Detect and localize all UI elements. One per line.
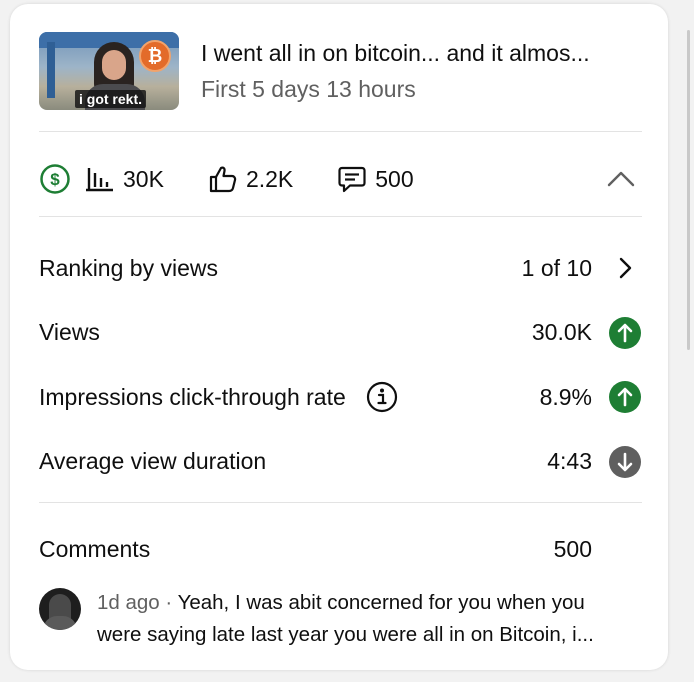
avatar-figure — [43, 616, 77, 630]
avatar — [39, 588, 81, 630]
thumbs-up-icon — [208, 164, 238, 194]
divider — [39, 216, 642, 217]
comment-text: 1d ago · Yeah, I was abit concerned for … — [97, 587, 594, 651]
video-thumbnail[interactable]: ₿ i got rekt. — [39, 32, 179, 110]
video-period: First 5 days 13 hours — [201, 76, 416, 102]
thumbnail-caption: i got rekt. — [75, 90, 147, 108]
comments-header[interactable]: Comments 500 — [39, 536, 642, 563]
metric-ctr: Impressions click-through rate 8.9% — [39, 365, 642, 430]
comments-value: 500 — [375, 165, 414, 192]
comments-count: 500 — [553, 536, 592, 562]
comment-age: 1d ago — [97, 591, 160, 614]
svg-text:$: $ — [50, 170, 60, 189]
latest-comment[interactable]: 1d ago · Yeah, I was abit concerned for … — [39, 587, 642, 651]
stats-row: $ 30K 2.2K 500 — [39, 156, 642, 202]
video-analytics-card: ₿ i got rekt. I went all in on bitcoin..… — [10, 4, 668, 670]
metric-value: 8.9% — [539, 383, 592, 410]
thumbnail-person — [102, 50, 126, 80]
likes-stat: 2.2K — [208, 164, 293, 194]
metric-value: 4:43 — [547, 448, 592, 475]
metric-value: 30.0K — [531, 319, 592, 346]
bar-chart-icon — [85, 165, 115, 193]
chevron-up-icon[interactable] — [606, 169, 636, 189]
comment-line: 1d ago · Yeah, I was abit concerned for … — [97, 587, 594, 619]
comments-heading: Comments — [39, 536, 151, 562]
info-icon[interactable] — [366, 381, 398, 413]
metrics-list: Ranking by views 1 of 10 Views 30.0K Imp… — [39, 240, 642, 494]
video-title[interactable]: I went all in on bitcoin... and it almos… — [201, 38, 642, 68]
chevron-right-icon[interactable] — [608, 251, 642, 285]
metric-label-wrap: Impressions click-through rate — [39, 381, 398, 413]
metric-ranking[interactable]: Ranking by views 1 of 10 — [39, 236, 642, 301]
divider — [39, 502, 642, 503]
arrow-up-icon — [608, 380, 642, 414]
divider — [39, 131, 642, 132]
comment-body-line2: were saying late last year you were all … — [97, 623, 594, 646]
comments-stat: 500 — [337, 164, 414, 194]
video-header[interactable]: ₿ i got rekt. I went all in on bitcoin..… — [39, 32, 642, 114]
metric-label: Ranking by views — [39, 254, 218, 281]
metric-label: Impressions click-through rate — [39, 383, 346, 410]
comment-icon — [337, 164, 367, 194]
scrollbar[interactable] — [687, 30, 690, 350]
views-value: 30K — [123, 165, 164, 192]
monetization-icon: $ — [39, 163, 71, 195]
comment-body-line1: Yeah, I was abit concerned for you when … — [177, 591, 585, 614]
metric-value: 1 of 10 — [521, 254, 592, 281]
metric-label: Average view duration — [39, 448, 267, 475]
metric-avg-duration: Average view duration 4:43 — [39, 430, 642, 495]
likes-value: 2.2K — [245, 165, 294, 192]
metric-views: Views 30.0K — [39, 301, 642, 366]
metric-label: Views — [39, 319, 100, 346]
thumbnail-background — [47, 42, 55, 98]
views-stat: 30K — [85, 165, 164, 193]
comment-line: were saying late last year you were all … — [97, 619, 594, 651]
video-titles: I went all in on bitcoin... and it almos… — [201, 38, 642, 104]
arrow-down-icon — [608, 445, 642, 479]
arrow-up-icon — [608, 316, 642, 350]
bitcoin-icon: ₿ — [139, 40, 171, 72]
